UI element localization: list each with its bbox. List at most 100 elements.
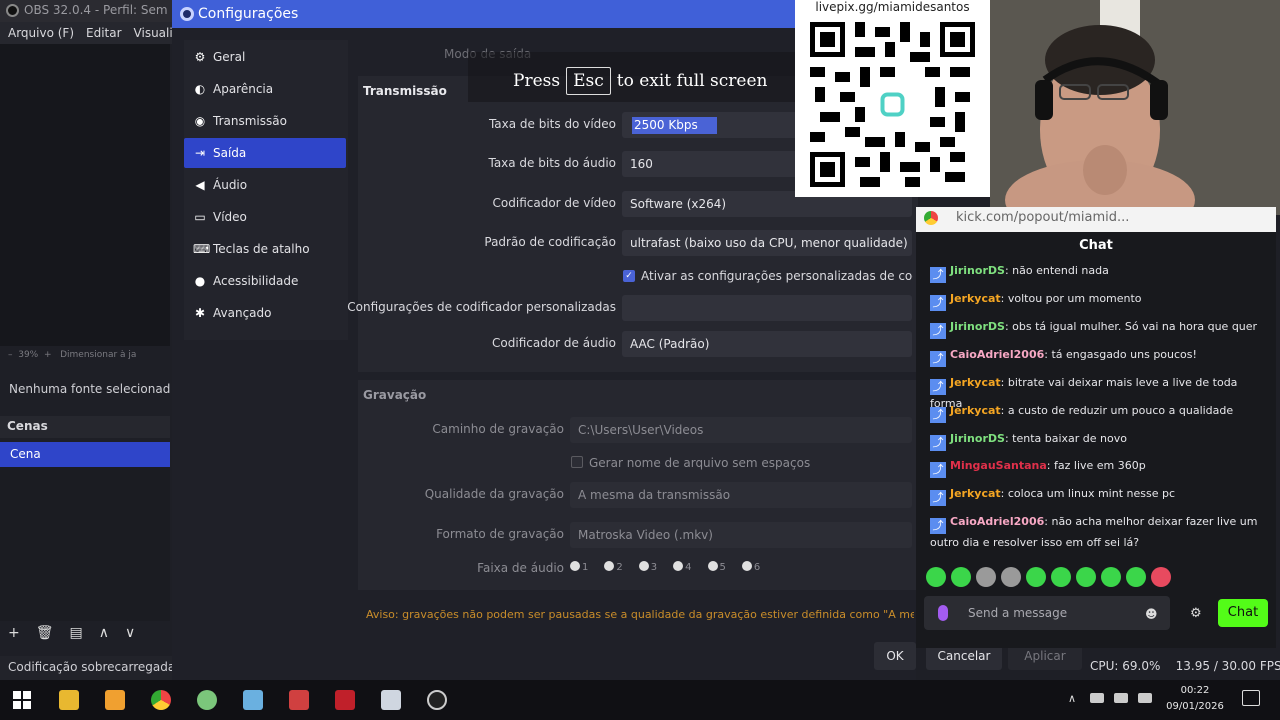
user-badge-icon: ⤴	[930, 295, 946, 311]
video-bitrate-label: Taxa de bits do vídeo	[488, 117, 616, 131]
chat-settings-icon[interactable]: ⚙	[1190, 606, 1202, 621]
emote-icon[interactable]	[1001, 567, 1021, 587]
add-icon[interactable]: +	[8, 625, 20, 647]
notification-icon[interactable]	[1242, 690, 1260, 706]
no-spaces-label: Gerar nome de arquivo sem espaços	[589, 456, 811, 470]
emote-icon[interactable]	[1101, 567, 1121, 587]
no-spaces-checkbox[interactable]	[571, 456, 583, 468]
user-badge-icon: ⤴	[930, 407, 946, 423]
track-4-radio[interactable]: 4	[673, 561, 692, 573]
app-icon[interactable]	[289, 690, 309, 710]
chat-username[interactable]: JirinorDS	[950, 320, 1005, 333]
chat-message: ⤴ Jerkycat: coloca um linux mint nesse pc	[930, 485, 1270, 506]
dialog-title: Configurações	[198, 6, 299, 22]
chat-username[interactable]: CaioAdriel2006	[950, 348, 1044, 361]
sidebar-item-label: Áudio	[213, 178, 248, 192]
emote-icon[interactable]	[926, 567, 946, 587]
custom-settings-checkbox[interactable]: ✓	[623, 270, 635, 282]
battery-icon[interactable]	[1138, 693, 1152, 703]
sidebar-item-output[interactable]: ⇥ Saída	[184, 138, 346, 168]
accessibility-icon: ●	[194, 274, 206, 288]
sidebar-item-appearance[interactable]: ◐ Aparência	[184, 74, 346, 104]
output-icon: ⇥	[194, 146, 206, 160]
video-bitrate-value[interactable]: 2500 Kbps	[632, 117, 717, 134]
encoder-preset-select[interactable]: ultrafast (baixo uso da CPU, menor quali…	[622, 230, 912, 256]
chat-username[interactable]: Jerkycat	[950, 376, 1001, 389]
user-badge-icon: ⤴	[930, 490, 946, 506]
move-up-icon[interactable]: ∧	[99, 625, 109, 647]
tools-icon: ✱	[194, 306, 206, 320]
audio-encoder-select[interactable]: AAC (Padrão)	[622, 331, 912, 357]
chrome-taskbar-icon[interactable]	[151, 690, 171, 710]
scene-item[interactable]: Cena	[0, 442, 170, 467]
menu-file[interactable]: Arquivo (F)	[8, 26, 74, 44]
obs-taskbar-icon[interactable]	[427, 690, 447, 710]
fit-button[interactable]: Dimensionar à ja	[60, 350, 136, 360]
menu-edit[interactable]: Editar	[86, 26, 122, 44]
sidebar-item-hotkeys[interactable]: ⌨ Teclas de atalho	[184, 234, 346, 264]
monitor-icon: ▭	[194, 210, 206, 224]
track-3-radio[interactable]: 3	[638, 561, 657, 573]
app-icon[interactable]	[197, 690, 217, 710]
chat-send-button[interactable]: Chat	[1218, 599, 1268, 627]
chat-username[interactable]: MingauSantana	[950, 459, 1047, 472]
chat-username[interactable]: CaioAdriel2006	[950, 515, 1044, 528]
emoji-picker-icon[interactable]: ☻	[1145, 607, 1158, 621]
recording-path-input[interactable]: C:\Users\User\Videos	[570, 417, 912, 443]
tray-chevron-icon[interactable]: ∧	[1068, 692, 1076, 705]
menu-view[interactable]: Visualiz	[134, 26, 175, 44]
broadcast-icon: ◉	[194, 114, 206, 128]
chat-separator: :	[1000, 487, 1008, 500]
chat-separator: :	[1000, 292, 1008, 305]
chat-username[interactable]: Jerkycat	[950, 404, 1001, 417]
emote-icon[interactable]	[1051, 567, 1071, 587]
ok-button[interactable]: OK	[874, 642, 916, 670]
emote-icon[interactable]	[1026, 567, 1046, 587]
clock-date: 09/01/2026	[1166, 701, 1224, 712]
app-icon[interactable]	[381, 690, 401, 710]
custom-encoder-input[interactable]	[622, 295, 912, 321]
sidebar-item-audio[interactable]: ◀ Áudio	[184, 170, 346, 200]
taskbar-clock[interactable]: 00:22 09/01/2026	[1160, 683, 1230, 715]
chat-message-input[interactable]: Send a message	[924, 596, 1170, 630]
filter-icon[interactable]: ▤	[70, 625, 83, 647]
fs-press: Press	[513, 71, 561, 91]
obs-stats: CPU: 69.0% 13.95 / 30.00 FPS	[1090, 659, 1280, 673]
chat-username[interactable]: Jerkycat	[950, 487, 1001, 500]
emote-icon[interactable]	[976, 567, 996, 587]
recording-format-select[interactable]: Matroska Video (.mkv)	[570, 522, 912, 548]
app-icon[interactable]	[105, 690, 125, 710]
emote-icon[interactable]	[1126, 567, 1146, 587]
trash-icon[interactable]: 🗑	[36, 625, 54, 647]
app-icon[interactable]	[335, 690, 355, 710]
chat-username[interactable]: JirinorDS	[950, 264, 1005, 277]
track-2-radio[interactable]: 2	[604, 561, 623, 573]
sidebar-item-label: Aparência	[213, 82, 274, 96]
mic-icon[interactable]	[938, 605, 948, 621]
dialog-titlebar: Configurações	[172, 0, 800, 28]
emote-icon[interactable]	[1151, 567, 1171, 587]
track-1-radio[interactable]: 1	[570, 561, 588, 573]
zoom-level: 39%	[18, 350, 39, 360]
chat-text: voltou por um momento	[1007, 292, 1142, 305]
chat-username[interactable]: Jerkycat	[950, 292, 1001, 305]
sidebar-item-accessibility[interactable]: ● Acessibilidade	[184, 266, 346, 296]
app-icon[interactable]	[243, 690, 263, 710]
network-icon[interactable]	[1090, 693, 1104, 703]
recording-quality-select[interactable]: A mesma da transmissão	[570, 482, 912, 508]
emote-icon[interactable]	[1076, 567, 1096, 587]
volume-icon[interactable]	[1114, 693, 1128, 703]
file-explorer-icon[interactable]	[59, 690, 79, 710]
sidebar-item-stream[interactable]: ◉ Transmissão	[184, 106, 346, 136]
chat-message: ⤴ JirinorDS: obs tá igual mulher. Só vai …	[930, 318, 1270, 339]
chat-username[interactable]: JirinorDS	[950, 432, 1005, 445]
track-5-radio[interactable]: 5	[707, 561, 726, 573]
sidebar-item-video[interactable]: ▭ Vídeo	[184, 202, 346, 232]
move-down-icon[interactable]: ∨	[125, 625, 135, 647]
start-icon[interactable]	[12, 690, 32, 710]
track-6-radio[interactable]: 6	[741, 561, 760, 573]
emote-icon[interactable]	[951, 567, 971, 587]
gear-icon: ⚙	[194, 50, 206, 64]
sidebar-item-general[interactable]: ⚙ Geral	[184, 42, 346, 72]
sidebar-item-advanced[interactable]: ✱ Avançado	[184, 298, 346, 328]
